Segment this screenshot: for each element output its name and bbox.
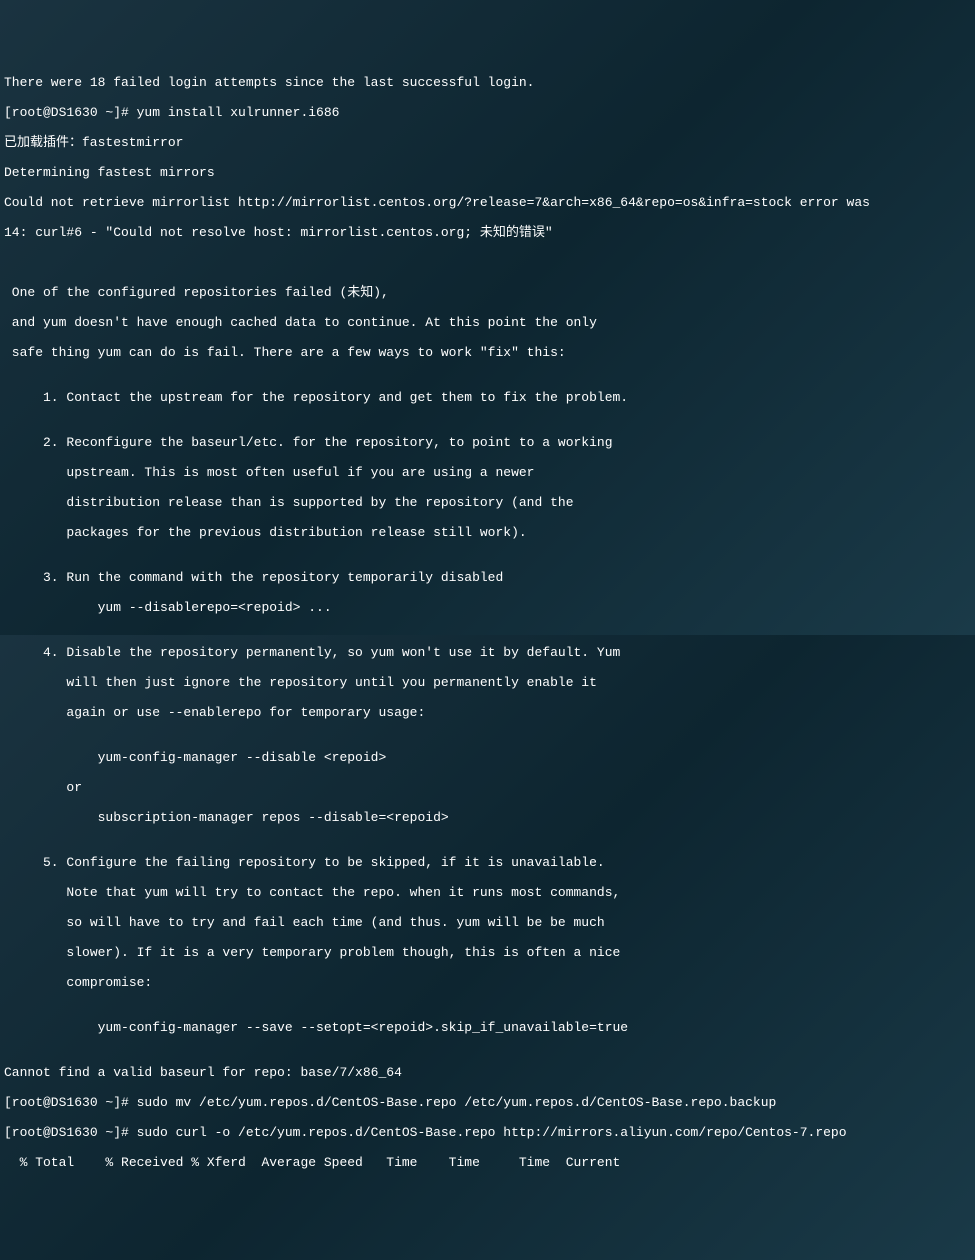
terminal-line: subscription-manager repos --disable=<re… <box>4 810 971 825</box>
terminal-line: 1. Contact the upstream for the reposito… <box>4 390 971 405</box>
terminal-line: Note that yum will try to contact the re… <box>4 885 971 900</box>
terminal-line: compromise: <box>4 975 971 990</box>
terminal-line: upstream. This is most often useful if y… <box>4 465 971 480</box>
terminal-line: safe thing yum can do is fail. There are… <box>4 345 971 360</box>
terminal-line: again or use --enablerepo for temporary … <box>4 705 971 720</box>
terminal-line: Could not retrieve mirrorlist http://mir… <box>4 195 971 210</box>
terminal-line: and yum doesn't have enough cached data … <box>4 315 971 330</box>
terminal-line: 2. Reconfigure the baseurl/etc. for the … <box>4 435 971 450</box>
terminal-output[interactable]: There were 18 failed login attempts sinc… <box>0 60 975 1185</box>
terminal-line: [root@DS1630 ~]# sudo curl -o /etc/yum.r… <box>4 1125 971 1140</box>
terminal-line: % Total % Received % Xferd Average Speed… <box>4 1155 971 1170</box>
terminal-line: 3. Run the command with the repository t… <box>4 570 971 585</box>
terminal-line: 4. Disable the repository permanently, s… <box>4 645 971 660</box>
terminal-line: yum --disablerepo=<repoid> ... <box>4 600 971 615</box>
terminal-line: 5. Configure the failing repository to b… <box>4 855 971 870</box>
terminal-line: or <box>4 780 971 795</box>
terminal-line: [root@DS1630 ~]# yum install xulrunner.i… <box>4 105 971 120</box>
terminal-line: There were 18 failed login attempts sinc… <box>4 75 971 90</box>
terminal-line: 已加载插件：fastestmirror <box>4 135 971 150</box>
terminal-line: yum-config-manager --disable <repoid> <box>4 750 971 765</box>
terminal-line: will then just ignore the repository unt… <box>4 675 971 690</box>
terminal-line: Determining fastest mirrors <box>4 165 971 180</box>
terminal-line: yum-config-manager --save --setopt=<repo… <box>4 1020 971 1035</box>
terminal-line: packages for the previous distribution r… <box>4 525 971 540</box>
terminal-line: so will have to try and fail each time (… <box>4 915 971 930</box>
terminal-line: Cannot find a valid baseurl for repo: ba… <box>4 1065 971 1080</box>
terminal-line: 14: curl#6 - "Could not resolve host: mi… <box>4 225 971 240</box>
terminal-line: distribution release than is supported b… <box>4 495 971 510</box>
terminal-line: [root@DS1630 ~]# sudo mv /etc/yum.repos.… <box>4 1095 971 1110</box>
terminal-line: One of the configured repositories faile… <box>4 285 971 300</box>
terminal-line: slower). If it is a very temporary probl… <box>4 945 971 960</box>
